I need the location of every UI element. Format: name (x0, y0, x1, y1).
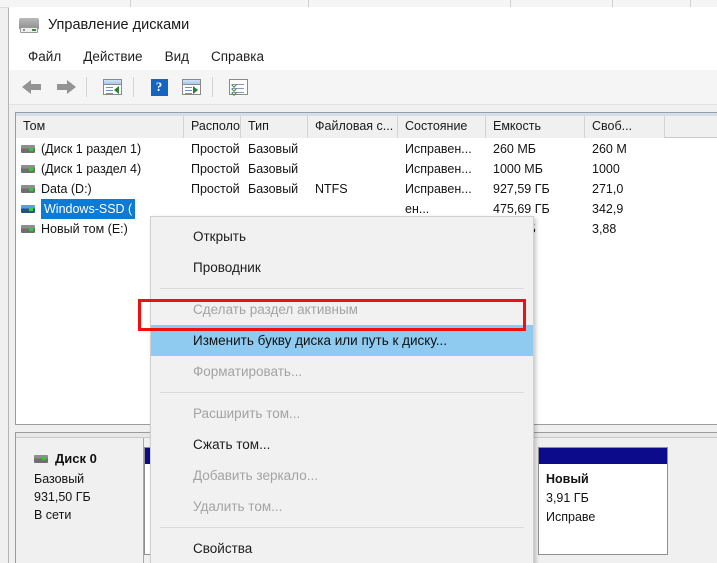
menu-item-open[interactable]: Открыть (151, 221, 533, 252)
menu-file[interactable]: Файл (20, 46, 69, 67)
menu-separator (160, 392, 524, 393)
menu-view[interactable]: Вид (157, 46, 197, 67)
table-row[interactable]: (Диск 1 раздел 4) Простой Базовый Исправ… (16, 159, 717, 179)
cell-type: Базовый (248, 162, 299, 176)
cell-free: 260 М (592, 142, 627, 156)
cell-layout: Простой (191, 142, 240, 156)
back-button[interactable] (19, 74, 47, 100)
column-header-free[interactable]: Своб... (585, 116, 665, 138)
arrow-right-icon (54, 78, 76, 96)
menu-item-properties[interactable]: Свойства (151, 533, 533, 563)
disk-management-window: Управление дисками Файл Действие Вид Спр… (8, 7, 717, 563)
cell-volume: (Диск 1 раздел 4) (41, 162, 142, 176)
disk-type: Базовый (34, 472, 85, 486)
cell-status: Исправен... (405, 142, 472, 156)
partition-size: 3,91 ГБ (546, 491, 589, 505)
cell-status: Исправен... (405, 182, 472, 196)
partition-status: Исправе (546, 510, 596, 524)
menu-item-format: Форматировать... (193, 364, 303, 379)
cell-free: 271,0 (592, 182, 624, 196)
toolbar-separator (212, 77, 213, 97)
toolbar: ? (9, 70, 717, 105)
help-question-icon: ? (150, 78, 168, 96)
menu-separator (160, 288, 524, 289)
cell-filesystem (308, 159, 398, 179)
table-row[interactable]: (Диск 1 раздел 1) Простой Базовый Исправ… (16, 139, 717, 159)
menu-item-delete-volume: Удалить том... (193, 499, 283, 514)
menu-separator (160, 527, 524, 528)
cell-capacity: 927,59 ГБ (493, 182, 550, 196)
menu-bar: Файл Действие Вид Справка (9, 42, 717, 70)
cell-layout: Простой (191, 162, 240, 176)
column-header-volume[interactable]: Том (16, 116, 184, 138)
cell-volume: (Диск 1 раздел 1) (41, 142, 142, 156)
partition-cap (539, 448, 667, 464)
cell-volume: Data (D:) (41, 182, 92, 196)
column-header-layout[interactable]: Располож... (184, 116, 241, 138)
partition-block[interactable]: Новый 3,91 ГБ Исправе (538, 447, 668, 555)
cell-volume: Windows-SSD ( (41, 199, 136, 219)
menu-item-shrink-volume[interactable]: Сжать том... (151, 429, 533, 460)
volume-icon (21, 165, 35, 173)
cell-volume: Новый том (E:) (41, 222, 128, 236)
disk-capacity: 931,50 ГБ (34, 490, 91, 504)
arrow-left-icon (22, 78, 44, 96)
disk-status: В сети (34, 508, 72, 522)
toolbar-separator (133, 77, 134, 97)
menu-action[interactable]: Действие (75, 46, 150, 67)
window-title: Управление дисками (48, 17, 190, 33)
volume-icon (21, 225, 35, 233)
partition-title: Новый (546, 472, 589, 486)
disk-management-icon (19, 17, 39, 33)
cell-free: 342,9 (592, 202, 624, 216)
properties-button[interactable] (224, 74, 252, 100)
show-hide-console-tree-button[interactable] (98, 74, 126, 100)
menu-item-add-mirror: Добавить зеркало... (193, 468, 318, 483)
column-header-status[interactable]: Состояние (398, 116, 486, 138)
cell-filesystem (308, 139, 398, 159)
cell-capacity: 1000 МБ (493, 162, 543, 176)
disk-icon (34, 454, 48, 463)
disk-name: Диск 0 (55, 451, 97, 466)
cell-layout: Простой (191, 182, 240, 196)
cell-status: Исправен... (405, 162, 472, 176)
cell-type: Базовый (248, 182, 299, 196)
toolbar-separator (86, 77, 87, 97)
cell-free: 1000 (592, 162, 620, 176)
title-bar: Управление дисками (9, 8, 717, 42)
disk-info-0[interactable]: Диск 0 Базовый 931,50 ГБ В сети (16, 438, 144, 563)
checklist-icon (228, 79, 248, 96)
screen-root: Управление дисками Файл Действие Вид Спр… (0, 0, 717, 563)
menu-item-mark-partition-active: Сделать раздел активным (193, 302, 358, 317)
cell-free: 3,88 (592, 222, 617, 236)
cell-type: Базовый (248, 142, 299, 156)
volume-list-header: Том Располож... Тип Файловая с... Состоя… (16, 116, 717, 138)
context-menu: Открыть Проводник Сделать раздел активны… (150, 216, 534, 563)
table-row[interactable]: Data (D:) Простой Базовый NTFS Исправен.… (16, 179, 717, 199)
help-button[interactable]: ? (145, 74, 173, 100)
menu-help[interactable]: Справка (203, 46, 272, 67)
column-header-type[interactable]: Тип (241, 116, 308, 138)
menu-item-explore[interactable]: Проводник (151, 252, 533, 283)
cell-capacity: 260 МБ (493, 142, 536, 156)
show-hide-action-pane-button[interactable] (177, 74, 205, 100)
volume-icon-selected (21, 205, 35, 213)
console-tree-icon (102, 79, 122, 95)
column-header-filesystem[interactable]: Файловая с... (308, 116, 398, 138)
action-pane-icon (181, 79, 201, 95)
column-header-capacity[interactable]: Емкость (486, 116, 585, 138)
volume-icon (21, 185, 35, 193)
menu-item-extend-volume: Расширить том... (193, 406, 301, 421)
volume-icon (21, 145, 35, 153)
cell-filesystem: NTFS (315, 182, 348, 196)
forward-button[interactable] (51, 74, 79, 100)
menu-item-change-drive-letter[interactable]: Изменить букву диска или путь к диску... (151, 325, 533, 356)
